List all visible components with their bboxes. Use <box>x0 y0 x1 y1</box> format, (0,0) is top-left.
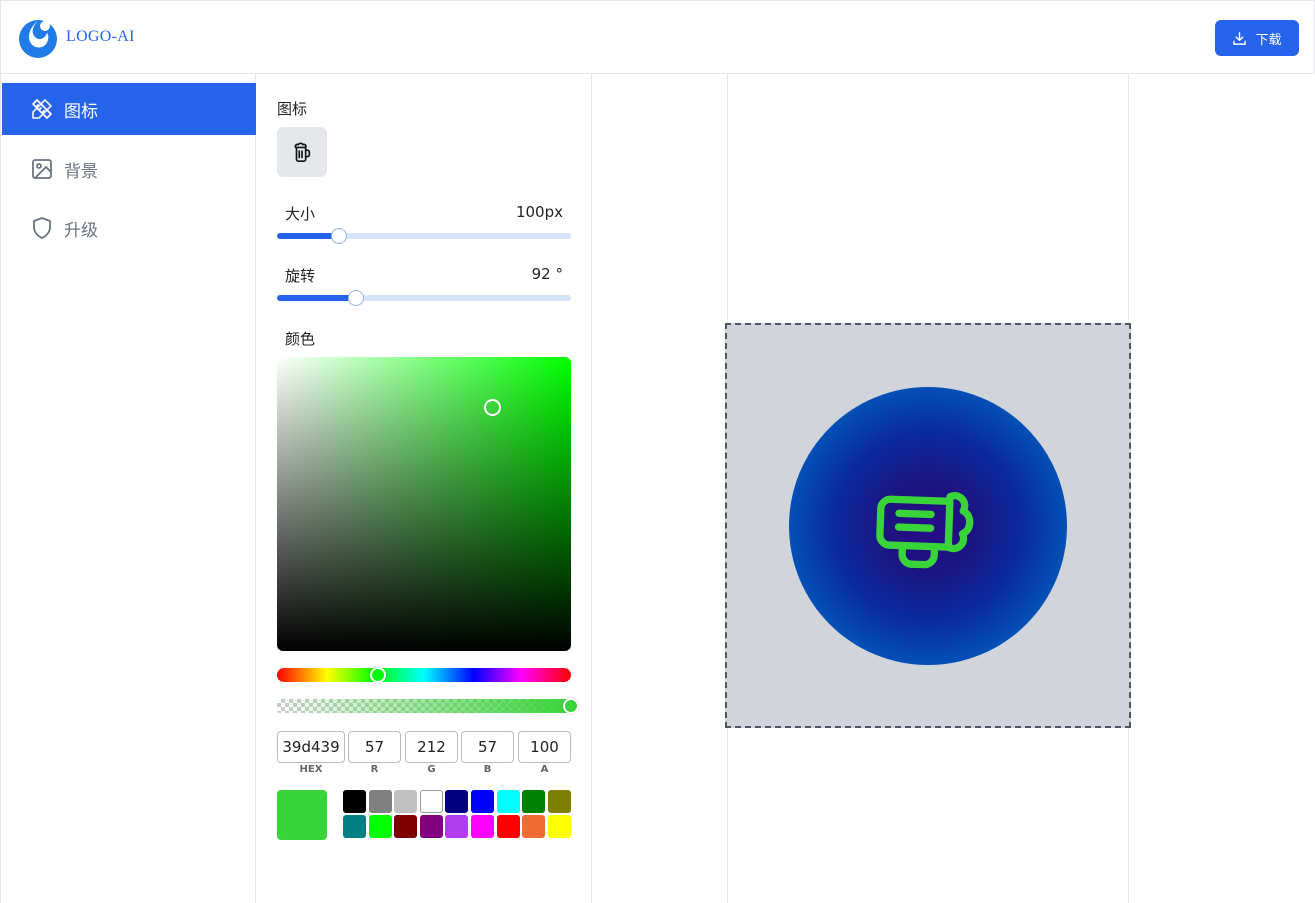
color-swatch[interactable] <box>522 790 546 813</box>
logo-text: LOGO-AI <box>66 28 135 45</box>
preview-stage[interactable] <box>725 323 1131 728</box>
color-swatch[interactable] <box>496 815 520 838</box>
color-swatch[interactable] <box>471 790 494 813</box>
color-swatch[interactable] <box>368 815 392 838</box>
sidebar-item-label: 图标 <box>64 101 98 122</box>
color-swatch[interactable] <box>419 815 443 838</box>
rotation-slider-thumb[interactable] <box>348 290 365 306</box>
icon-picker-button[interactable] <box>277 127 327 177</box>
sidebar-item-background[interactable]: 背景 <box>2 143 256 195</box>
rotation-value: 92 ° <box>531 265 563 283</box>
hue-slider[interactable] <box>277 667 571 683</box>
color-swatch[interactable] <box>419 790 443 813</box>
image-icon <box>32 159 52 179</box>
current-color-swatch <box>277 790 327 840</box>
beer-mug-icon <box>876 492 974 569</box>
hex-label: HEX <box>299 764 323 775</box>
color-swatch[interactable] <box>522 815 546 838</box>
blue-label: B <box>483 764 492 775</box>
rotation-slider-fill <box>277 295 357 301</box>
alpha-slider-thumb[interactable] <box>563 698 579 714</box>
alpha-input[interactable]: 100 <box>518 731 571 763</box>
color-swatch[interactable] <box>547 815 571 838</box>
sidebar-item-icon[interactable]: 图标 <box>2 83 256 135</box>
size-slider-thumb[interactable] <box>330 228 347 244</box>
size-value: 100px <box>515 203 563 221</box>
shield-icon <box>33 217 51 239</box>
sidebar-item-label: 背景 <box>64 161 98 182</box>
beer-mug-icon <box>294 142 311 162</box>
sidebar-item-label: 升级 <box>64 220 98 241</box>
blue-input[interactable]: 57 <box>461 731 514 763</box>
color-swatch[interactable] <box>394 815 418 838</box>
color-swatch[interactable] <box>445 815 469 838</box>
green-label: G <box>427 764 436 775</box>
color-swatch[interactable] <box>547 790 571 813</box>
pencil-ruler-icon <box>32 99 52 119</box>
icon-section-label: 图标 <box>277 100 308 118</box>
download-label: 下载 <box>1255 32 1282 48</box>
color-swatch[interactable] <box>343 790 366 813</box>
size-label: 大小 <box>285 205 316 223</box>
preview-background-circle <box>789 387 1067 665</box>
download-icon <box>1233 31 1247 45</box>
rotation-slider[interactable] <box>277 290 571 306</box>
red-label: R <box>370 764 379 775</box>
alpha-label: A <box>540 764 549 775</box>
color-swatch[interactable] <box>343 815 366 838</box>
alpha-slider[interactable] <box>277 698 579 714</box>
sidebar-item-upgrade[interactable]: 升级 <box>2 202 256 254</box>
rotation-label: 旋转 <box>285 267 316 285</box>
download-button[interactable]: 下载 <box>1215 20 1299 56</box>
red-input[interactable]: 57 <box>348 731 401 763</box>
saturation-cursor[interactable] <box>483 398 501 416</box>
color-swatch[interactable] <box>368 790 392 813</box>
hue-slider-thumb[interactable] <box>370 667 387 683</box>
color-swatch[interactable] <box>471 815 494 838</box>
saturation-picker[interactable] <box>277 357 571 651</box>
logo-icon <box>19 20 57 58</box>
sidebar: 图标 背景 升级 <box>0 74 256 903</box>
color-swatch[interactable] <box>496 790 520 813</box>
hex-input[interactable]: 39d439 <box>277 731 345 763</box>
size-slider[interactable] <box>277 228 571 244</box>
color-swatch[interactable] <box>445 790 469 813</box>
size-slider-fill <box>277 233 339 239</box>
green-input[interactable]: 212 <box>405 731 458 763</box>
app-header: LOGO-AI 下载 <box>0 0 1315 74</box>
color-swatch[interactable] <box>394 790 418 813</box>
color-label: 颜色 <box>285 330 316 348</box>
settings-panel: 图标 大小 100px 旋转 92 ° 颜色 39d439 57 212 57 … <box>256 74 592 903</box>
